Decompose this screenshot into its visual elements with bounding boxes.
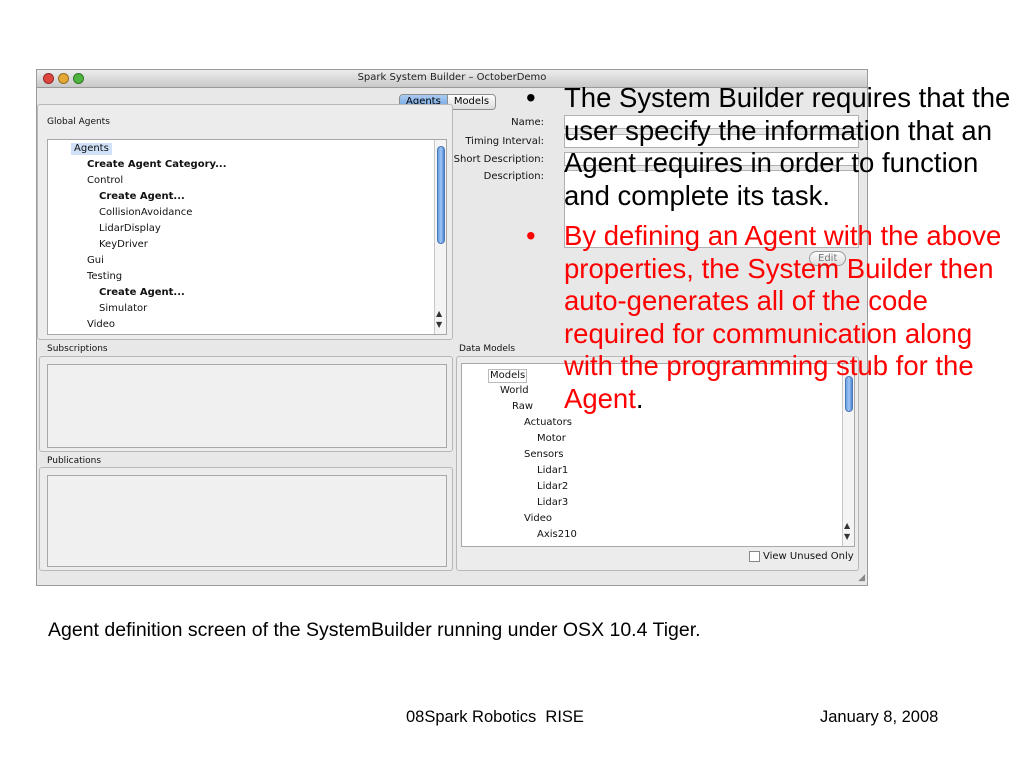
model-item-lidar2[interactable]: Lidar2	[537, 481, 568, 493]
tab-models[interactable]: Models	[447, 95, 496, 109]
tree-item-key-driver[interactable]: KeyDriver	[99, 239, 148, 251]
model-item-motor[interactable]: Motor	[537, 433, 566, 445]
publications-label: Publications	[47, 456, 102, 466]
tree-item-video[interactable]: Video	[87, 319, 115, 331]
scroll-down-icon[interactable]: ▼	[436, 321, 442, 329]
create-agent-item[interactable]: Create Agent...	[99, 287, 185, 299]
subscriptions-list	[47, 364, 447, 448]
checkbox-box[interactable]	[749, 551, 760, 562]
data-models-label: Data Models	[459, 344, 516, 354]
create-agent-category-item[interactable]: Create Agent Category...	[87, 159, 227, 171]
model-item-video[interactable]: Video	[524, 513, 552, 525]
tree-item-collision-avoidance[interactable]: CollisionAvoidance	[99, 207, 192, 219]
scroll-down-icon[interactable]: ▼	[844, 533, 850, 541]
resize-grip-icon[interactable]: ◢	[858, 573, 865, 583]
scroll-up-icon[interactable]: ▲	[844, 522, 850, 530]
bullet-auto-generates: By defining an Agent with the above prop…	[522, 220, 1022, 415]
create-agent-item[interactable]: Create Agent...	[99, 191, 185, 203]
bullet-system-builder-requires: The System Builder requires that the use…	[522, 82, 1022, 212]
slide-bullets: The System Builder requires that the use…	[522, 82, 1022, 415]
model-item-axis210[interactable]: Axis210	[537, 529, 577, 541]
bullet-red-text: By defining an Agent with the above prop…	[564, 220, 1002, 414]
tree-item-simulator[interactable]: Simulator	[99, 303, 147, 315]
view-unused-only-checkbox[interactable]: View Unused Only	[749, 551, 854, 562]
scroll-up-icon[interactable]: ▲	[436, 310, 442, 318]
view-unused-only-label: View Unused Only	[763, 551, 854, 562]
model-item-actuators[interactable]: Actuators	[524, 417, 572, 429]
tree-item-testing[interactable]: Testing	[87, 271, 122, 283]
model-item-lidar1[interactable]: Lidar1	[537, 465, 568, 477]
footer-date: January 8, 2008	[820, 708, 939, 726]
global-agents-label: Global Agents	[47, 117, 110, 127]
global-agents-tree: Agents Create Agent Category... Control …	[47, 139, 447, 335]
tree-item-control[interactable]: Control	[87, 175, 123, 187]
model-item-sensors[interactable]: Sensors	[524, 449, 564, 461]
tree-item-lidar-display[interactable]: LidarDisplay	[99, 223, 161, 235]
model-item-lidar3[interactable]: Lidar3	[537, 497, 568, 509]
tree-item-gui[interactable]: Gui	[87, 255, 104, 267]
screenshot-caption: Agent definition screen of the SystemBui…	[48, 619, 701, 641]
tree-item-agents[interactable]: Agents	[71, 143, 112, 155]
subscriptions-label: Subscriptions	[47, 344, 108, 354]
bullet-period: .	[635, 382, 644, 414]
global-agents-scrollbar[interactable]: ▲ ▼	[434, 140, 446, 334]
footer-center-text: 08Spark Robotics RISE	[406, 708, 584, 726]
publications-list	[47, 475, 447, 567]
